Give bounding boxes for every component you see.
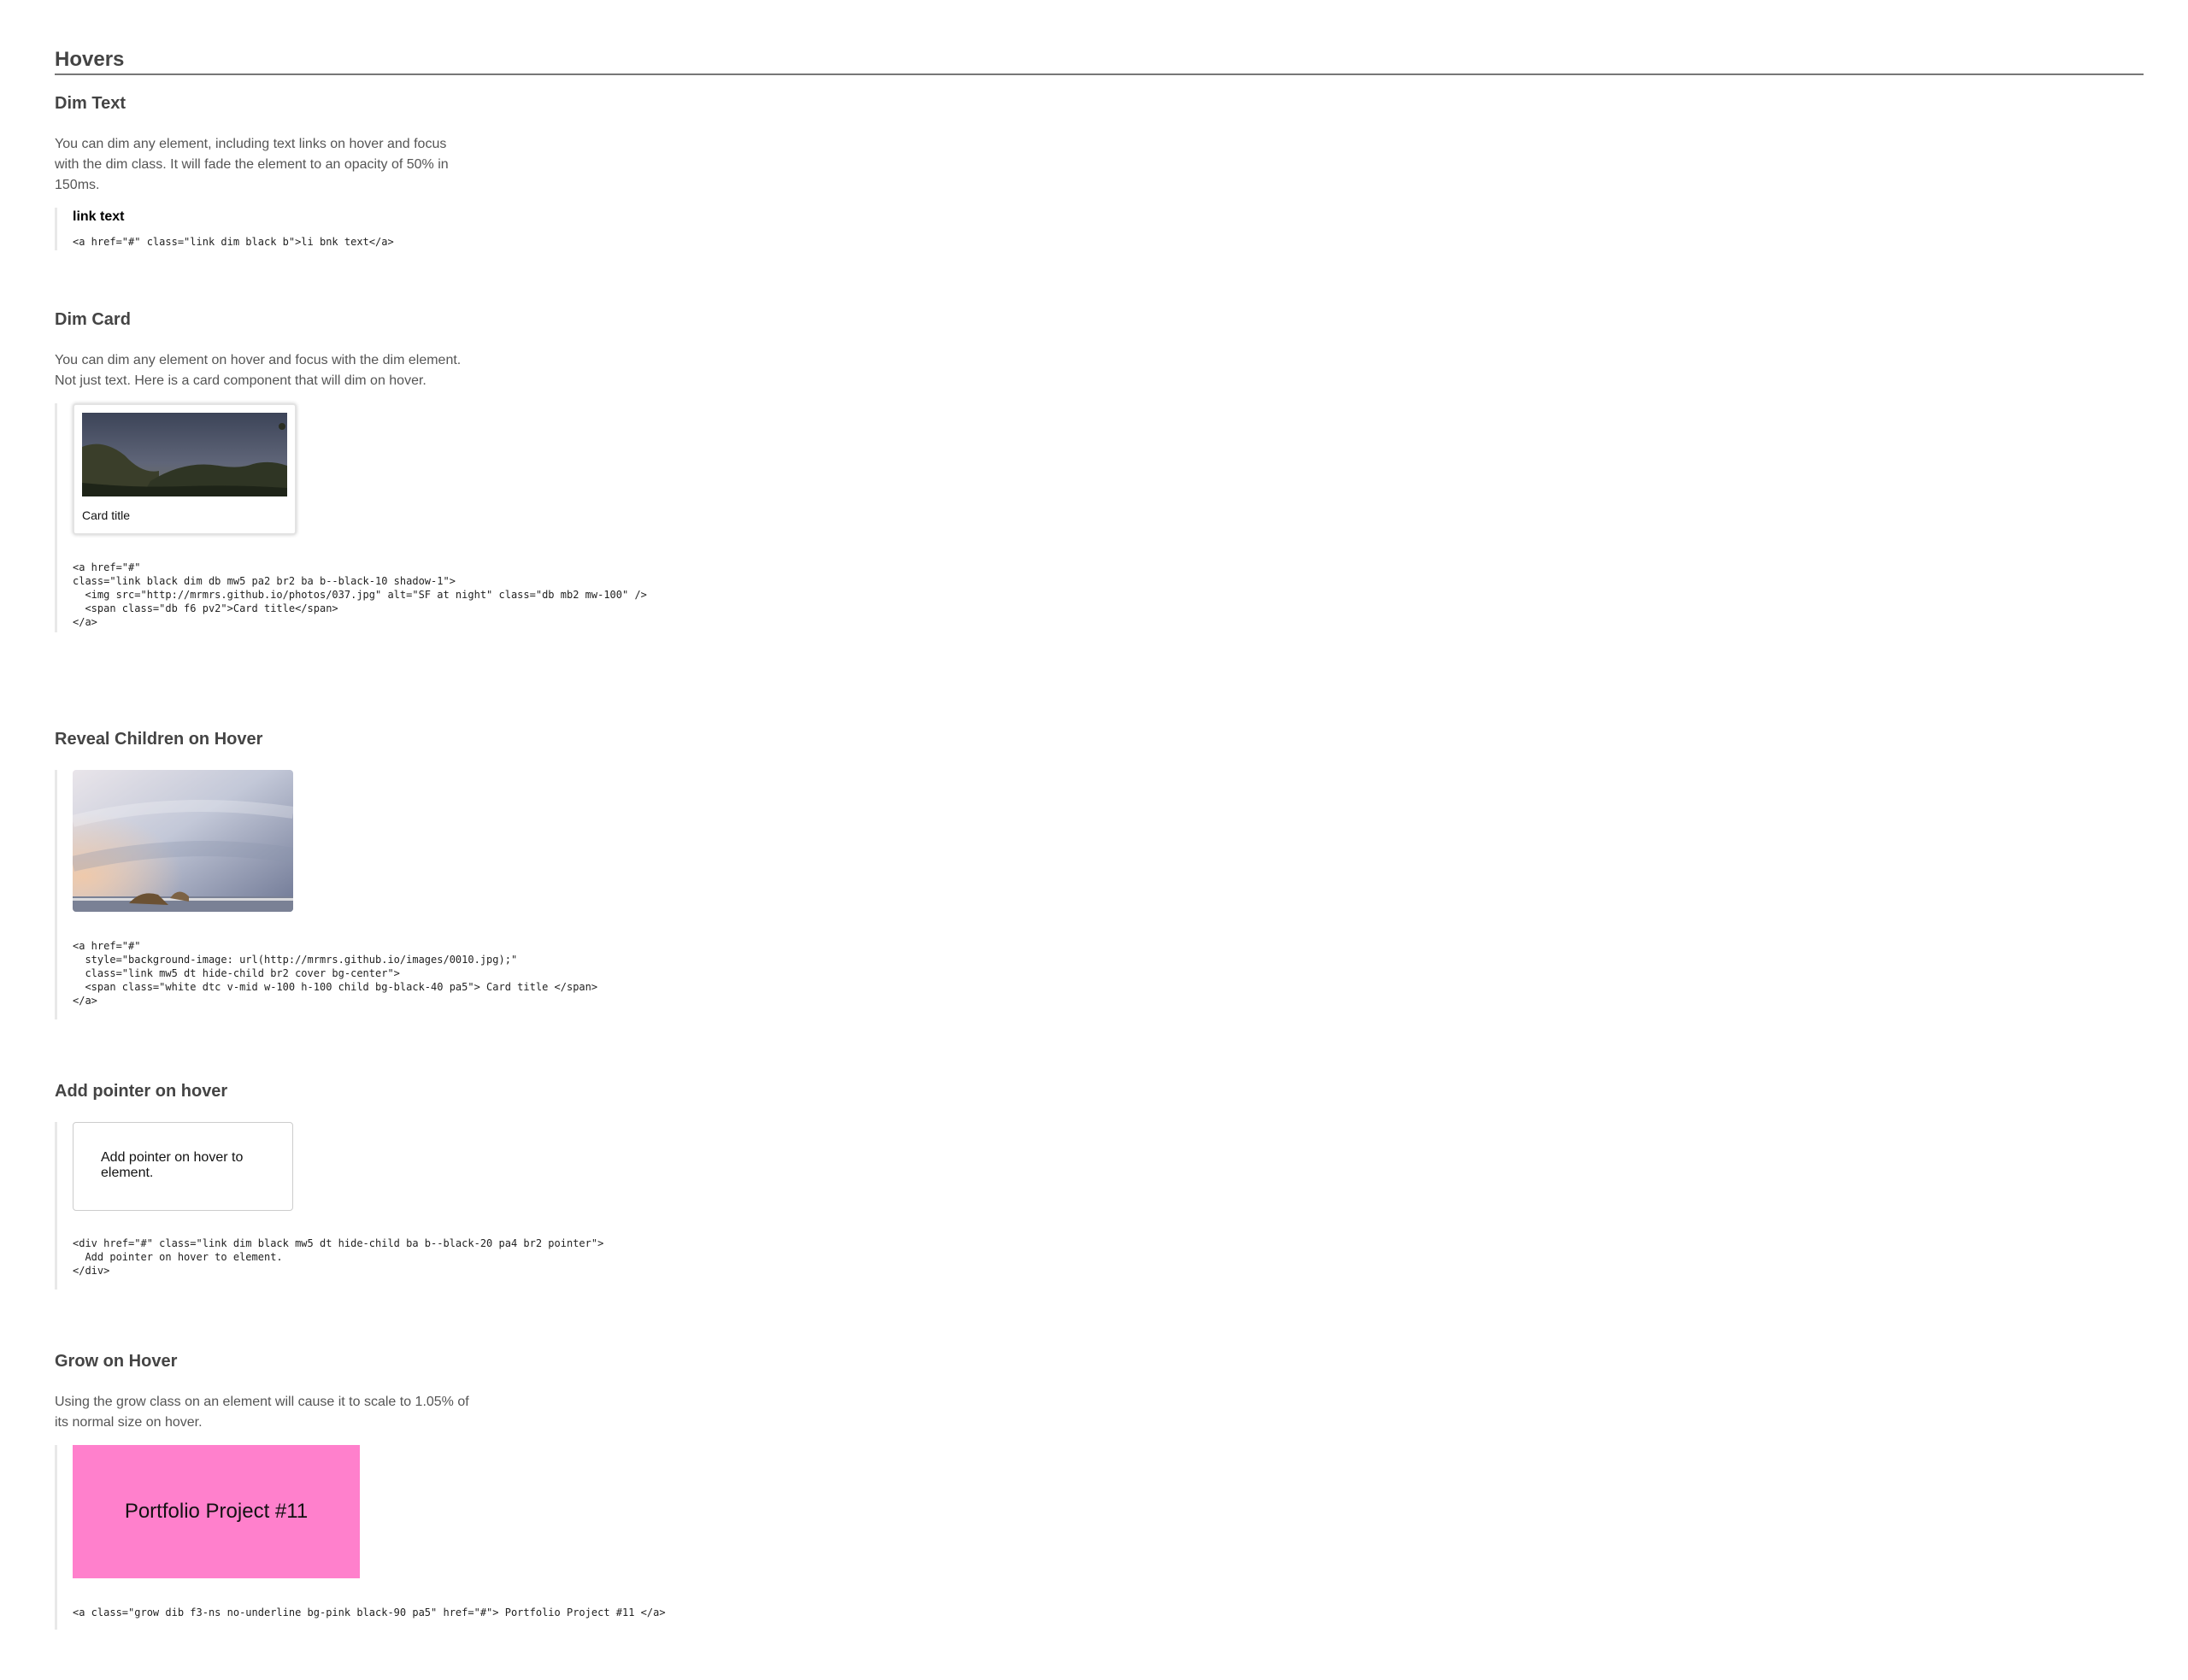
sf-at-night-image xyxy=(82,413,287,496)
pointer-code: <div href="#" class="link dim black mw5 … xyxy=(73,1237,604,1277)
dim-card[interactable]: Card title xyxy=(73,403,297,535)
page: Hovers Dim Text You can dim any element,… xyxy=(55,48,2144,1630)
dim-text-code: <a href="#" class="link dim black b">li … xyxy=(73,236,394,248)
seascape-image xyxy=(73,770,293,912)
reveal-card[interactable] xyxy=(73,770,293,912)
dim-text-section: Dim Text You can dim any element, includ… xyxy=(55,94,909,250)
grow-heading: Grow on Hover xyxy=(55,1352,178,1371)
pointer-box[interactable]: Add pointer on hover to element. xyxy=(73,1122,293,1211)
dim-card-heading: Dim Card xyxy=(55,310,131,329)
dim-text-description: You can dim any element, including text … xyxy=(55,137,449,192)
pointer-heading: Add pointer on hover xyxy=(55,1082,228,1101)
dim-card-code: <a href="#" class="link black dim db mw5… xyxy=(73,561,647,628)
dim-text-heading: Dim Text xyxy=(55,94,126,113)
page-title: Hovers xyxy=(55,48,2144,75)
reveal-heading: Reveal Children on Hover xyxy=(55,730,263,749)
dim-text-example: link text <a href="#" class="link dim bl… xyxy=(55,208,909,250)
portfolio-project-link[interactable]: Portfolio Project #11 xyxy=(73,1445,360,1578)
grow-section: Grow on Hover Using the grow class on an… xyxy=(55,1352,909,1630)
dim-link[interactable]: link text xyxy=(73,209,909,225)
reveal-code: <a href="#" style="background-image: url… xyxy=(73,940,598,1007)
card-title: Card title xyxy=(82,508,131,522)
grow-description: Using the grow class on an element will … xyxy=(55,1395,469,1430)
grow-code: <a class="grow dib f3-ns no-underline bg… xyxy=(73,1607,666,1618)
dim-card-example: Card title <a href="#" class="link black… xyxy=(55,403,909,632)
dim-card-description: You can dim any element on hover and foc… xyxy=(55,353,462,388)
dim-card-section: Dim Card You can dim any element on hove… xyxy=(55,310,909,632)
reveal-section: Reveal Children on Hover <a href="#" sty… xyxy=(55,730,909,1019)
pointer-section: Add pointer on hover Add pointer on hove… xyxy=(55,1082,909,1289)
pointer-example: Add pointer on hover to element. <div hr… xyxy=(55,1122,909,1289)
reveal-example: <a href="#" style="background-image: url… xyxy=(55,770,909,1019)
grow-example: Portfolio Project #11 <a class="grow dib… xyxy=(55,1445,909,1630)
